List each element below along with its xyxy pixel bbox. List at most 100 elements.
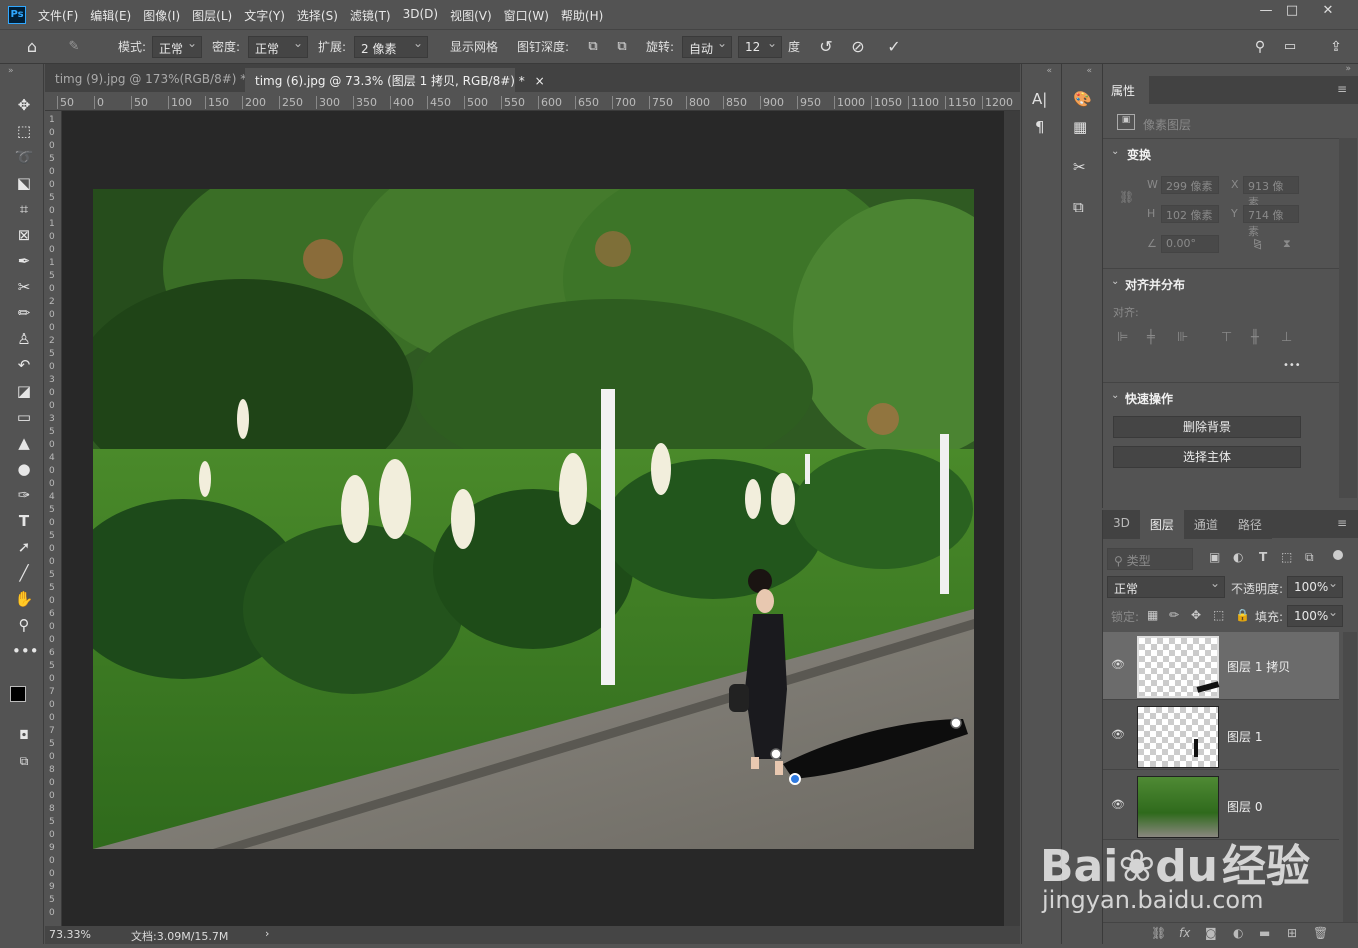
undo-rotate-icon[interactable]: ↺: [816, 37, 836, 57]
filter-adjustment-icon[interactable]: ◐: [1233, 550, 1243, 564]
density-select[interactable]: 正常: [248, 36, 308, 58]
move-tool-icon[interactable]: ✥: [12, 94, 36, 116]
gradient-tool-icon[interactable]: ▭: [12, 406, 36, 428]
more-tools-icon[interactable]: •••: [12, 640, 39, 662]
link-layers-icon[interactable]: ⛓: [1151, 926, 1166, 940]
commit-check-icon[interactable]: ✓: [884, 37, 904, 57]
layer-row-layer-0[interactable]: 👁 图层 0: [1103, 772, 1339, 840]
flip-horizontal-icon[interactable]: ⧎: [1253, 237, 1262, 250]
healing-tool-icon[interactable]: ✂: [12, 276, 36, 298]
menu-item[interactable]: 视图(V): [450, 7, 492, 24]
quick-mask-icon[interactable]: ◘: [12, 724, 36, 746]
foreground-color-swatch[interactable]: [10, 686, 26, 702]
blur-tool-icon[interactable]: ▲: [12, 432, 36, 454]
more-options-icon[interactable]: •••: [1283, 360, 1301, 371]
share-icon[interactable]: ⇪: [1326, 37, 1346, 57]
character-panel-icon[interactable]: A|: [1032, 90, 1047, 108]
stamp-tool-icon[interactable]: ♙: [12, 328, 36, 350]
blend-mode-select[interactable]: 正常: [1107, 576, 1225, 598]
workspace-icon[interactable]: ▭: [1280, 37, 1300, 57]
maximize-button[interactable]: □: [1274, 0, 1310, 22]
brush-tool-icon[interactable]: ✏: [12, 302, 36, 324]
visibility-eye-icon[interactable]: 👁: [1111, 728, 1127, 742]
collapse-icon[interactable]: «: [1072, 66, 1092, 76]
align-middle-v-icon[interactable]: ╫: [1251, 330, 1259, 345]
layer-filter-select[interactable]: ⚲ 类型: [1107, 548, 1193, 570]
menu-item[interactable]: 3D(D): [403, 7, 438, 24]
adjustment-layer-icon[interactable]: ◐: [1233, 926, 1243, 940]
lasso-tool-icon[interactable]: ➰: [12, 146, 36, 168]
tab-3d[interactable]: 3D: [1103, 510, 1140, 539]
vertical-scrollbar[interactable]: [1004, 111, 1020, 926]
lock-artboard-icon[interactable]: ⬚: [1213, 608, 1224, 622]
visibility-eye-icon[interactable]: 👁: [1111, 798, 1127, 812]
swatches-panel-icon[interactable]: ▦: [1073, 118, 1087, 136]
menu-item[interactable]: 窗口(W): [504, 7, 549, 24]
dodge-tool-icon[interactable]: ●: [12, 458, 36, 480]
menu-item[interactable]: 编辑(E): [90, 7, 131, 24]
type-tool-icon[interactable]: T: [12, 510, 36, 532]
tool-presets-icon[interactable]: ✂: [1073, 158, 1086, 176]
menu-item[interactable]: 图层(L): [192, 7, 232, 24]
x-field[interactable]: 913 像素: [1243, 176, 1299, 209]
menu-item[interactable]: 帮助(H): [561, 7, 603, 24]
tab-close-icon[interactable]: ×: [535, 74, 545, 88]
rotate-degree-input[interactable]: 12: [738, 36, 782, 58]
zoom-tool-icon[interactable]: ⚲: [12, 614, 36, 636]
paragraph-panel-icon[interactable]: ¶: [1035, 118, 1045, 136]
angle-field[interactable]: 0.00°: [1161, 235, 1219, 253]
history-panel-icon[interactable]: ⧉: [1073, 198, 1084, 216]
chevron-down-icon[interactable]: ⌄: [1111, 390, 1119, 401]
height-field[interactable]: 102 像素: [1161, 205, 1219, 223]
rotate-select[interactable]: 自动: [682, 36, 732, 58]
fx-icon[interactable]: fx: [1179, 926, 1190, 940]
chevron-down-icon[interactable]: ⌄: [1111, 146, 1119, 157]
layer-row-layer-1[interactable]: 👁 图层 1: [1103, 702, 1339, 770]
tab-timg-9[interactable]: timg (9).jpg @ 173%(RGB/8#) * ×: [45, 68, 268, 92]
align-left-icon[interactable]: ⊫: [1117, 330, 1128, 345]
eyedropper-tool-icon[interactable]: ✒: [12, 250, 36, 272]
new-layer-icon[interactable]: ⊞: [1287, 926, 1297, 940]
line-tool-icon[interactable]: ╱: [12, 562, 36, 584]
tab-paths[interactable]: 路径: [1227, 510, 1272, 539]
new-group-icon[interactable]: ▬: [1259, 926, 1270, 940]
status-menu-arrow[interactable]: ›: [265, 927, 269, 940]
collapse-tools-icon[interactable]: »: [8, 66, 14, 76]
tab-properties[interactable]: 属性: [1103, 76, 1149, 104]
close-button[interactable]: ✕: [1310, 0, 1346, 22]
fill-input[interactable]: 100%: [1287, 605, 1343, 627]
lock-transparent-icon[interactable]: ▦: [1147, 608, 1158, 622]
eraser-tool-icon[interactable]: ◪: [12, 380, 36, 402]
add-mask-icon[interactable]: ◙: [1205, 926, 1217, 940]
menu-item[interactable]: 滤镜(T): [350, 7, 391, 24]
path-select-tool-icon[interactable]: ➚: [12, 536, 36, 558]
align-bottom-icon[interactable]: ⊥: [1281, 330, 1292, 345]
panel-menu-icon[interactable]: ≡: [1337, 82, 1347, 96]
menu-item[interactable]: 文件(F): [38, 7, 78, 24]
delete-layer-icon[interactable]: 🗑: [1313, 926, 1328, 940]
tab-channels[interactable]: 通道: [1183, 510, 1228, 539]
marquee-tool-icon[interactable]: ⬚: [12, 120, 36, 142]
align-top-icon[interactable]: ⊤: [1221, 330, 1232, 345]
puppet-warp-tool-icon[interactable]: ✎: [64, 37, 84, 57]
flip-vertical-icon[interactable]: ⧗: [1283, 237, 1291, 251]
menu-item[interactable]: 选择(S): [297, 7, 338, 24]
tab-layers[interactable]: 图层: [1139, 510, 1184, 539]
link-icon[interactable]: ⛓: [1119, 190, 1134, 204]
align-center-h-icon[interactable]: ╪: [1147, 330, 1155, 345]
object-select-tool-icon[interactable]: ⬕: [12, 172, 36, 194]
crop-tool-icon[interactable]: ⌗: [12, 198, 36, 220]
tab-timg-6[interactable]: timg (6).jpg @ 73.3% (图层 1 拷贝, RGB/8#) *…: [245, 68, 545, 92]
remove-background-button[interactable]: 删除背景: [1113, 416, 1301, 438]
filter-type-icon[interactable]: T: [1259, 550, 1267, 564]
properties-scrollbar[interactable]: [1339, 138, 1357, 498]
layer-row-layer-1-copy[interactable]: 👁 图层 1 拷贝: [1103, 632, 1339, 700]
width-field[interactable]: 299 像素: [1161, 176, 1219, 194]
screen-mode-icon[interactable]: ⧉: [12, 750, 36, 772]
history-brush-tool-icon[interactable]: ↶: [12, 354, 36, 376]
filter-toggle-icon[interactable]: [1333, 550, 1343, 560]
search-icon[interactable]: ⚲: [1250, 37, 1270, 57]
collapse-icon[interactable]: «: [1032, 66, 1052, 76]
select-subject-button[interactable]: 选择主体: [1113, 446, 1301, 468]
pen-tool-icon[interactable]: ✑: [12, 484, 36, 506]
